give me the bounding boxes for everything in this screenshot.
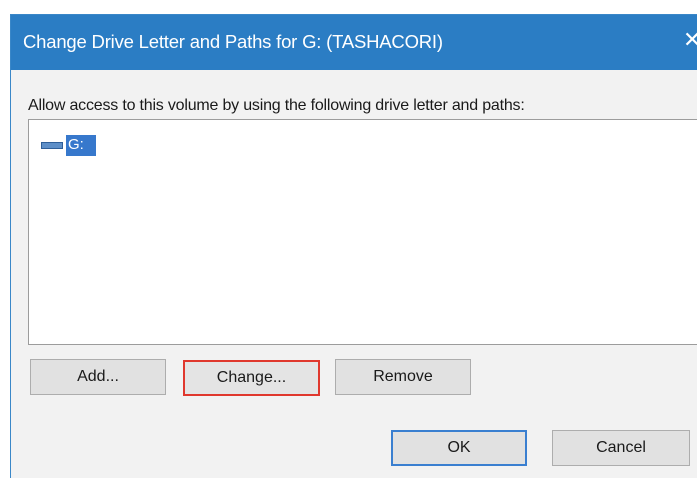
list-item-label: G: (66, 134, 96, 156)
add-button[interactable]: Add... (30, 359, 166, 395)
remove-button[interactable]: Remove (335, 359, 471, 395)
title-bar: Change Drive Letter and Paths for G: (TA… (11, 15, 697, 70)
cancel-button[interactable]: Cancel (552, 430, 690, 466)
drive-paths-listbox[interactable]: G: (28, 119, 697, 345)
dialog-title: Change Drive Letter and Paths for G: (TA… (23, 31, 443, 52)
close-icon[interactable]: ✕ (683, 27, 697, 53)
ok-button[interactable]: OK (391, 430, 527, 466)
change-button[interactable]: Change... (183, 360, 320, 396)
instruction-text: Allow access to this volume by using the… (28, 97, 525, 114)
list-item[interactable]: G: (41, 134, 96, 156)
drive-icon (41, 141, 63, 149)
change-drive-letter-dialog: Change Drive Letter and Paths for G: (TA… (10, 14, 697, 478)
